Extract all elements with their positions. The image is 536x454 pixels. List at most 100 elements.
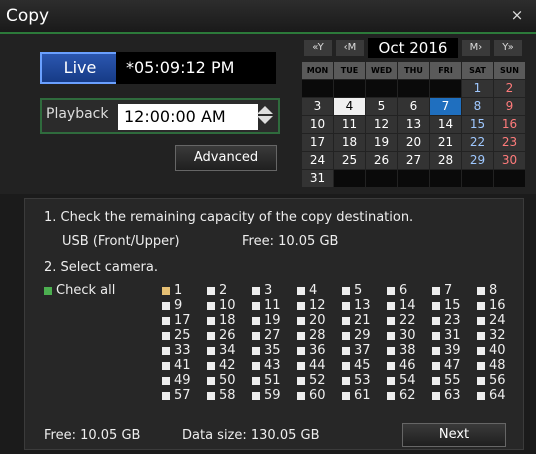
camera-checkbox[interactable]: 19 [252, 313, 297, 328]
calendar-day[interactable]: 25 [334, 152, 365, 169]
calendar-day[interactable]: 31 [302, 170, 333, 187]
camera-checkbox[interactable]: 8 [477, 283, 522, 298]
camera-checkbox[interactable]: 33 [162, 343, 207, 358]
camera-checkbox[interactable]: 37 [342, 343, 387, 358]
calendar-day[interactable]: 11 [334, 116, 365, 133]
calendar-day[interactable]: 14 [430, 116, 461, 133]
camera-checkbox[interactable]: 10 [207, 298, 252, 313]
camera-checkbox[interactable]: 50 [207, 373, 252, 388]
calendar-day[interactable]: 8 [462, 98, 493, 115]
next-year-button[interactable]: Y» [494, 40, 522, 56]
camera-checkbox[interactable]: 60 [297, 388, 342, 403]
camera-checkbox[interactable]: 32 [477, 328, 522, 343]
camera-checkbox[interactable]: 46 [387, 358, 432, 373]
camera-checkbox[interactable]: 43 [252, 358, 297, 373]
camera-checkbox[interactable]: 56 [477, 373, 522, 388]
camera-checkbox[interactable]: 45 [342, 358, 387, 373]
camera-checkbox[interactable]: 14 [387, 298, 432, 313]
check-all-checkbox[interactable]: Check all [44, 283, 115, 298]
camera-checkbox[interactable]: 62 [387, 388, 432, 403]
camera-checkbox[interactable]: 40 [477, 343, 522, 358]
calendar-day[interactable]: 7 [430, 98, 461, 115]
close-icon[interactable]: × [506, 5, 528, 25]
calendar-day[interactable]: 3 [302, 98, 333, 115]
calendar-day[interactable]: 27 [398, 152, 429, 169]
calendar-day[interactable]: 2 [494, 80, 525, 97]
camera-checkbox[interactable]: 63 [432, 388, 477, 403]
calendar-day[interactable]: 20 [398, 134, 429, 151]
camera-checkbox[interactable]: 13 [342, 298, 387, 313]
calendar-day[interactable]: 1 [462, 80, 493, 97]
spinner-down-icon[interactable] [257, 116, 273, 124]
calendar-day[interactable]: 21 [430, 134, 461, 151]
camera-checkbox[interactable]: 48 [477, 358, 522, 373]
camera-checkbox[interactable]: 31 [432, 328, 477, 343]
live-button[interactable]: Live [40, 52, 120, 84]
calendar-day[interactable]: 28 [430, 152, 461, 169]
calendar-day[interactable]: 16 [494, 116, 525, 133]
camera-checkbox[interactable]: 16 [477, 298, 522, 313]
calendar-day[interactable]: 9 [494, 98, 525, 115]
camera-checkbox[interactable]: 54 [387, 373, 432, 388]
camera-checkbox[interactable]: 25 [162, 328, 207, 343]
camera-checkbox[interactable]: 18 [207, 313, 252, 328]
camera-checkbox[interactable]: 5 [342, 283, 387, 298]
calendar-day[interactable]: 29 [462, 152, 493, 169]
calendar-day[interactable]: 17 [302, 134, 333, 151]
camera-checkbox[interactable]: 26 [207, 328, 252, 343]
next-month-button[interactable]: M› [462, 40, 490, 56]
camera-checkbox[interactable]: 47 [432, 358, 477, 373]
camera-checkbox[interactable]: 34 [207, 343, 252, 358]
advanced-button[interactable]: Advanced [175, 145, 277, 171]
calendar-day[interactable]: 12 [366, 116, 397, 133]
camera-checkbox[interactable]: 2 [207, 283, 252, 298]
camera-checkbox[interactable]: 7 [432, 283, 477, 298]
camera-checkbox[interactable]: 11 [252, 298, 297, 313]
calendar-day[interactable]: 10 [302, 116, 333, 133]
calendar-day[interactable]: 23 [494, 134, 525, 151]
camera-checkbox[interactable]: 55 [432, 373, 477, 388]
prev-month-button[interactable]: ‹M [336, 40, 364, 56]
spinner-up-icon[interactable] [257, 106, 273, 114]
camera-checkbox[interactable]: 6 [387, 283, 432, 298]
camera-checkbox[interactable]: 36 [297, 343, 342, 358]
camera-checkbox[interactable]: 20 [297, 313, 342, 328]
camera-checkbox[interactable]: 64 [477, 388, 522, 403]
camera-checkbox[interactable]: 51 [252, 373, 297, 388]
camera-checkbox[interactable]: 29 [342, 328, 387, 343]
camera-checkbox[interactable]: 15 [432, 298, 477, 313]
camera-checkbox[interactable]: 17 [162, 313, 207, 328]
calendar-day[interactable]: 18 [334, 134, 365, 151]
camera-checkbox[interactable]: 27 [252, 328, 297, 343]
camera-checkbox[interactable]: 1 [162, 283, 207, 298]
calendar-day[interactable]: 15 [462, 116, 493, 133]
camera-checkbox[interactable]: 41 [162, 358, 207, 373]
camera-checkbox[interactable]: 49 [162, 373, 207, 388]
camera-checkbox[interactable]: 57 [162, 388, 207, 403]
calendar-day[interactable]: 13 [398, 116, 429, 133]
playback-time-field[interactable]: 12:00:00 AM [118, 104, 258, 130]
camera-checkbox[interactable]: 53 [342, 373, 387, 388]
calendar-day[interactable]: 19 [366, 134, 397, 151]
camera-checkbox[interactable]: 30 [387, 328, 432, 343]
camera-checkbox[interactable]: 52 [297, 373, 342, 388]
camera-checkbox[interactable]: 58 [207, 388, 252, 403]
camera-checkbox[interactable]: 3 [252, 283, 297, 298]
calendar-day[interactable]: 22 [462, 134, 493, 151]
camera-checkbox[interactable]: 35 [252, 343, 297, 358]
calendar-day[interactable]: 30 [494, 152, 525, 169]
camera-checkbox[interactable]: 12 [297, 298, 342, 313]
next-button[interactable]: Next [402, 423, 506, 447]
camera-checkbox[interactable]: 61 [342, 388, 387, 403]
camera-checkbox[interactable]: 4 [297, 283, 342, 298]
camera-checkbox[interactable]: 59 [252, 388, 297, 403]
camera-checkbox[interactable]: 23 [432, 313, 477, 328]
camera-checkbox[interactable]: 38 [387, 343, 432, 358]
calendar-day[interactable]: 26 [366, 152, 397, 169]
camera-checkbox[interactable]: 28 [297, 328, 342, 343]
calendar-day[interactable]: 4 [334, 98, 365, 115]
prev-year-button[interactable]: «Y [304, 40, 332, 56]
calendar-day[interactable]: 24 [302, 152, 333, 169]
camera-checkbox[interactable]: 21 [342, 313, 387, 328]
calendar-day[interactable]: 6 [398, 98, 429, 115]
